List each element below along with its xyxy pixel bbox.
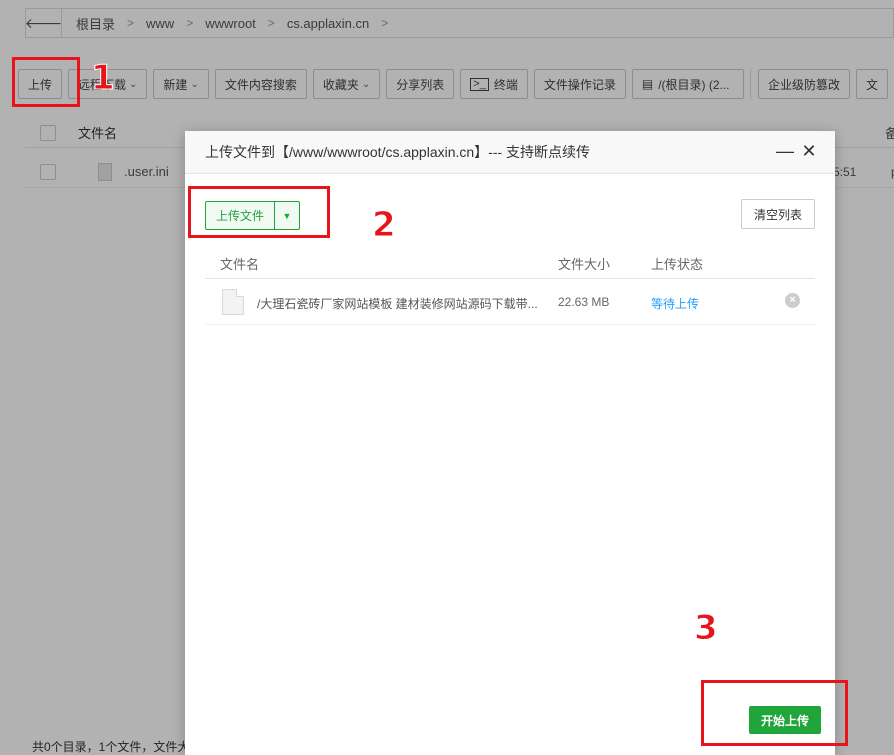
column-header-file-name: 文件名 <box>220 257 260 272</box>
annotation-number-3: 3 <box>694 608 719 649</box>
upload-list-header: 文件名 文件大小 上传状态 <box>205 245 815 279</box>
list-item: /大理石瓷砖厂家网站模板 建材装修网站源码下载带... 22.63 MB 等待上… <box>205 279 815 325</box>
dialog-title: 上传文件到【/www/wwwroot/cs.applaxin.cn】--- 支持… <box>205 144 591 160</box>
upload-file-size: 22.63 MB <box>558 295 610 309</box>
clear-list-button[interactable]: 清空列表 <box>741 199 816 229</box>
annotation-box-1 <box>12 57 80 107</box>
annotation-box-3 <box>701 680 848 746</box>
dialog-header: 上传文件到【/www/wwwroot/cs.applaxin.cn】--- 支持… <box>185 131 835 174</box>
close-icon[interactable]: ✕ <box>799 141 819 162</box>
column-header-file-size: 文件大小 <box>558 257 611 272</box>
annotation-number-2: 2 <box>372 205 397 246</box>
annotation-box-2 <box>188 186 330 238</box>
column-header-upload-status: 上传状态 <box>651 257 704 272</box>
annotation-number-1: 1 <box>91 58 116 99</box>
upload-file-name: /大理石瓷砖厂家网站模板 建材装修网站源码下载带... <box>257 297 538 311</box>
upload-status: 等待上传 <box>651 297 700 311</box>
minimize-icon[interactable]: — <box>775 141 795 162</box>
remove-file-icon[interactable]: × <box>785 293 800 308</box>
file-icon <box>222 289 244 315</box>
